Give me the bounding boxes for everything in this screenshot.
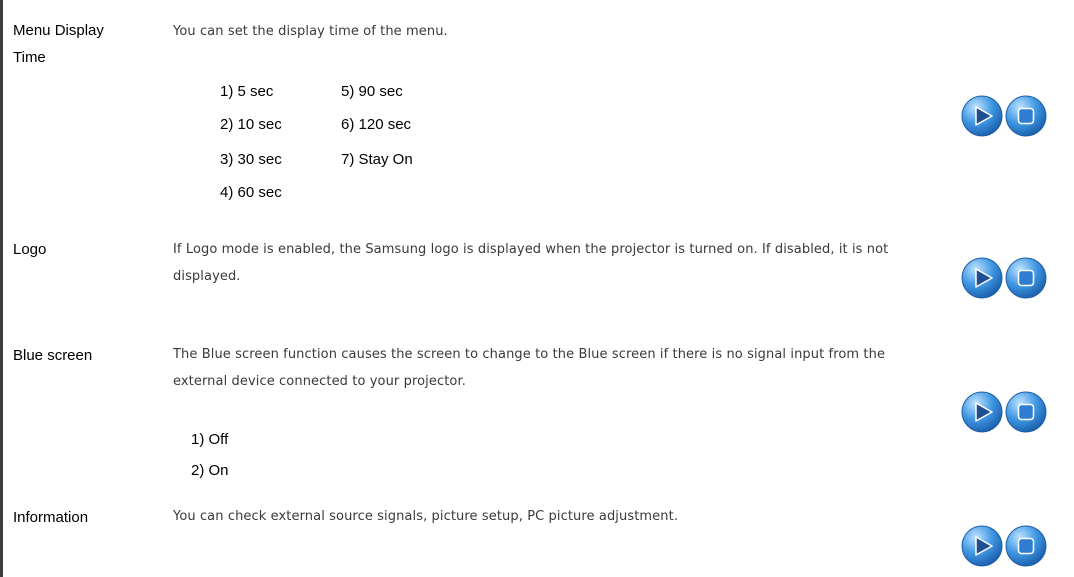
menu-display-time-controls (961, 95, 1049, 137)
information-controls (961, 525, 1049, 567)
play-icon (961, 95, 1003, 137)
play-button[interactable] (961, 95, 1003, 137)
stop-icon (1005, 525, 1047, 567)
play-icon (961, 391, 1003, 433)
option-5-sec: 1) 5 sec (220, 83, 274, 100)
stop-button[interactable] (1005, 525, 1047, 567)
stop-button[interactable] (1005, 257, 1047, 299)
play-button[interactable] (961, 257, 1003, 299)
option-120-sec: 6) 120 sec (341, 116, 412, 133)
option-off: 1) Off (191, 431, 229, 448)
option-60-sec: 4) 60 sec (220, 184, 282, 201)
term-blue-screen: Blue screen (13, 347, 93, 364)
option-90-sec: 5) 90 sec (341, 83, 403, 100)
option-30-sec: 3) 30 sec (220, 151, 282, 168)
option-10-sec: 2) 10 sec (220, 116, 282, 133)
desc-blue-screen: The Blue screen function causes the scre… (173, 347, 886, 389)
play-button[interactable] (961, 525, 1003, 567)
blue-screen-controls (961, 391, 1049, 433)
desc-menu-display-time: You can set the display time of the menu… (173, 24, 448, 39)
play-icon (961, 257, 1003, 299)
desc-logo: If Logo mode is enabled, the Samsung log… (173, 242, 889, 284)
stop-button[interactable] (1005, 95, 1047, 137)
stop-icon (1005, 391, 1047, 433)
desc-information: You can check external source signals, p… (173, 509, 679, 524)
option-stay-on: 7) Stay On (341, 151, 413, 168)
option-on: 2) On (191, 462, 229, 479)
logo-controls (961, 257, 1049, 299)
term-information: Information (13, 509, 89, 526)
term-logo: Logo (13, 241, 47, 258)
stop-button[interactable] (1005, 391, 1047, 433)
play-icon (961, 525, 1003, 567)
stop-icon (1005, 257, 1047, 299)
left-vertical-rule (0, 0, 3, 577)
play-button[interactable] (961, 391, 1003, 433)
term-menu-display-time: Menu Display Time (13, 22, 104, 66)
stop-icon (1005, 95, 1047, 137)
